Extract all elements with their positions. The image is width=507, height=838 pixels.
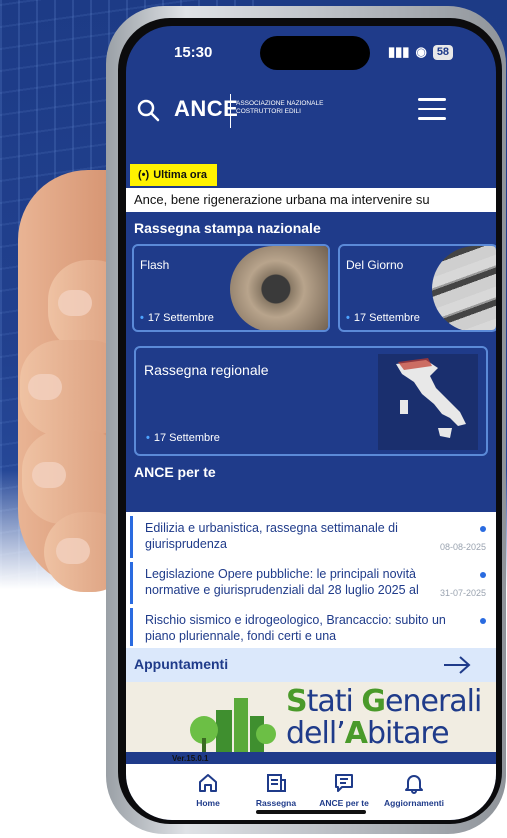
signal-icon: ▮▮▮ [388,44,410,59]
search-icon[interactable] [136,98,160,122]
magnifier-newspaper-image [230,246,328,330]
breaking-news-badge: (•) Ultima ora [130,164,217,186]
card-date: • 17 Settembre [140,312,214,324]
logo-subtitle: ASSOCIAZIONE NAZIONALE COSTRUTTORI EDILI [236,100,324,115]
list-item-text: Rischio sismico e idrogeologico, Brancac… [145,613,446,643]
list-item[interactable]: Legislazione Opere pubbliche: le princip… [130,562,492,604]
news-ticker[interactable]: Ance, bene rigenerazione urbana ma inter… [126,188,496,212]
logo-divider [230,94,231,128]
nav-label: ANCE per te [319,798,369,808]
home-icon [199,774,217,792]
nav-label: Aggiornamenti [384,798,444,808]
arrow-right-icon[interactable] [442,654,472,676]
card-flash[interactable]: Flash • 17 Settembre [132,244,330,332]
app-header: ANCE ASSOCIAZIONE NAZIONALE COSTRUTTORI … [126,86,496,136]
nav-label: Home [196,798,220,808]
unread-dot [480,526,486,532]
card-date: • 17 Settembre [146,432,220,444]
list-item[interactable]: Rischio sismico e idrogeologico, Brancac… [130,608,492,646]
hamburger-menu-icon[interactable] [418,98,446,122]
battery-icon: 58 [432,44,454,60]
newspapers-image [432,246,496,330]
list-item-date: 08-08-2025 [439,542,486,552]
wifi-icon: ◉ [415,44,427,59]
status-indicators: ▮▮▮ ◉ 58 [388,44,454,60]
list-item[interactable]: Edilizia e urbanistica, rassegna settima… [130,516,492,558]
message-icon [335,774,353,792]
dynamic-island [260,36,370,70]
unread-dot [480,572,486,578]
card-label: Flash [140,258,170,272]
card-rassegna-regionale[interactable]: Rassegna regionale • 17 Settembre [134,346,488,456]
italy-map-image [378,354,478,450]
list-item-text: Legislazione Opere pubbliche: le princip… [145,567,419,597]
nav-label: Rassegna [255,798,297,808]
newspaper-icon [267,774,286,792]
card-label: Rassegna regionale [144,362,269,378]
card-date: • 17 Settembre [346,312,420,324]
phone-screen: 15:30 ▮▮▮ ◉ 58 ANCE ASSOCIAZIONE NAZIONA… [126,26,496,820]
nav-aggiornamenti[interactable]: Aggiornamenti [374,772,454,808]
home-indicator [256,810,366,814]
card-del-giorno[interactable]: Del Giorno • 17 Settembre [338,244,496,332]
breaking-news-label: Ultima ora [153,169,207,181]
event-banner[interactable]: Stati Generali dell’Abitare [126,682,496,752]
status-time: 15:30 [174,44,213,61]
nav-ance-per-te[interactable]: ANCE per te [304,772,384,808]
section-title-appuntamenti: Appuntamenti [134,656,229,672]
list-item-date: 31-07-2025 [439,588,486,598]
section-title-rassegna: Rassegna stampa nazionale [134,220,321,236]
broadcast-icon: (•) [138,169,150,181]
unread-dot [480,618,486,624]
appuntamenti-header[interactable]: Appuntamenti [126,648,496,682]
list-item-text: Edilizia e urbanistica, rassegna settima… [145,521,398,551]
app-version: Ver.15.0.1 [172,754,209,763]
ance-logo[interactable]: ANCE [174,96,238,122]
green-buildings-illustration [190,698,276,752]
banner-title: Stati Generali dell’Abitare [286,684,482,751]
card-label: Del Giorno [346,258,404,272]
bell-icon [405,775,423,794]
section-title-ance-per-te: ANCE per te [134,464,216,480]
